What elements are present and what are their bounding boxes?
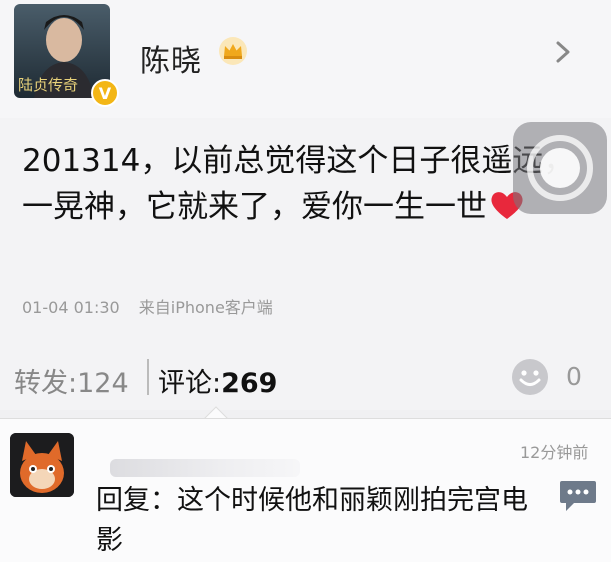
commenter-name-blurred bbox=[110, 459, 300, 477]
commenter-avatar[interactable] bbox=[10, 433, 74, 497]
assistive-touch-button[interactable] bbox=[513, 122, 607, 214]
repost-count: 124 bbox=[77, 368, 129, 399]
comment-label: 评论: bbox=[158, 368, 222, 399]
like-count: 0 bbox=[566, 362, 582, 391]
avatar-caption: 陆贞传奇 bbox=[18, 76, 78, 94]
comment-count: 269 bbox=[221, 368, 278, 399]
post-text: 201314，以前总觉得这个日子很遥远，一晃神，它就来了，爱你一生一世 bbox=[22, 138, 597, 230]
assistive-touch-dot bbox=[540, 148, 580, 188]
speech-bubble-icon[interactable] bbox=[558, 479, 598, 513]
verified-badge: V bbox=[91, 79, 119, 107]
crown-icon bbox=[218, 36, 248, 66]
post-actions: 转发:124 评论:269 0 bbox=[0, 345, 611, 410]
author-name[interactable]: 陈晓 bbox=[140, 36, 202, 80]
post-meta: 01-04 01:30 来自iPhone客户端 bbox=[22, 294, 287, 318]
comment-text: 回复：这个时候他和丽颖刚拍完宫电影 bbox=[96, 485, 528, 556]
comment-item[interactable]: 12分钟前 回复：这个时候他和丽颖刚拍完宫电影 bbox=[0, 418, 611, 562]
post-header: 陆贞传奇 V 陈晓 bbox=[0, 0, 611, 118]
repost-label: 转发: bbox=[14, 368, 78, 399]
chevron-right-icon[interactable] bbox=[552, 38, 574, 66]
post-source: 来自iPhone客户端 bbox=[138, 298, 273, 317]
post-time: 01-04 01:30 bbox=[22, 298, 120, 317]
comment-time: 12分钟前 bbox=[520, 443, 589, 462]
smiley-icon[interactable] bbox=[510, 357, 550, 397]
repost-button[interactable]: 转发:124 bbox=[14, 361, 129, 400]
actions-divider bbox=[147, 359, 149, 395]
comment-tab[interactable]: 评论:269 bbox=[158, 361, 277, 400]
